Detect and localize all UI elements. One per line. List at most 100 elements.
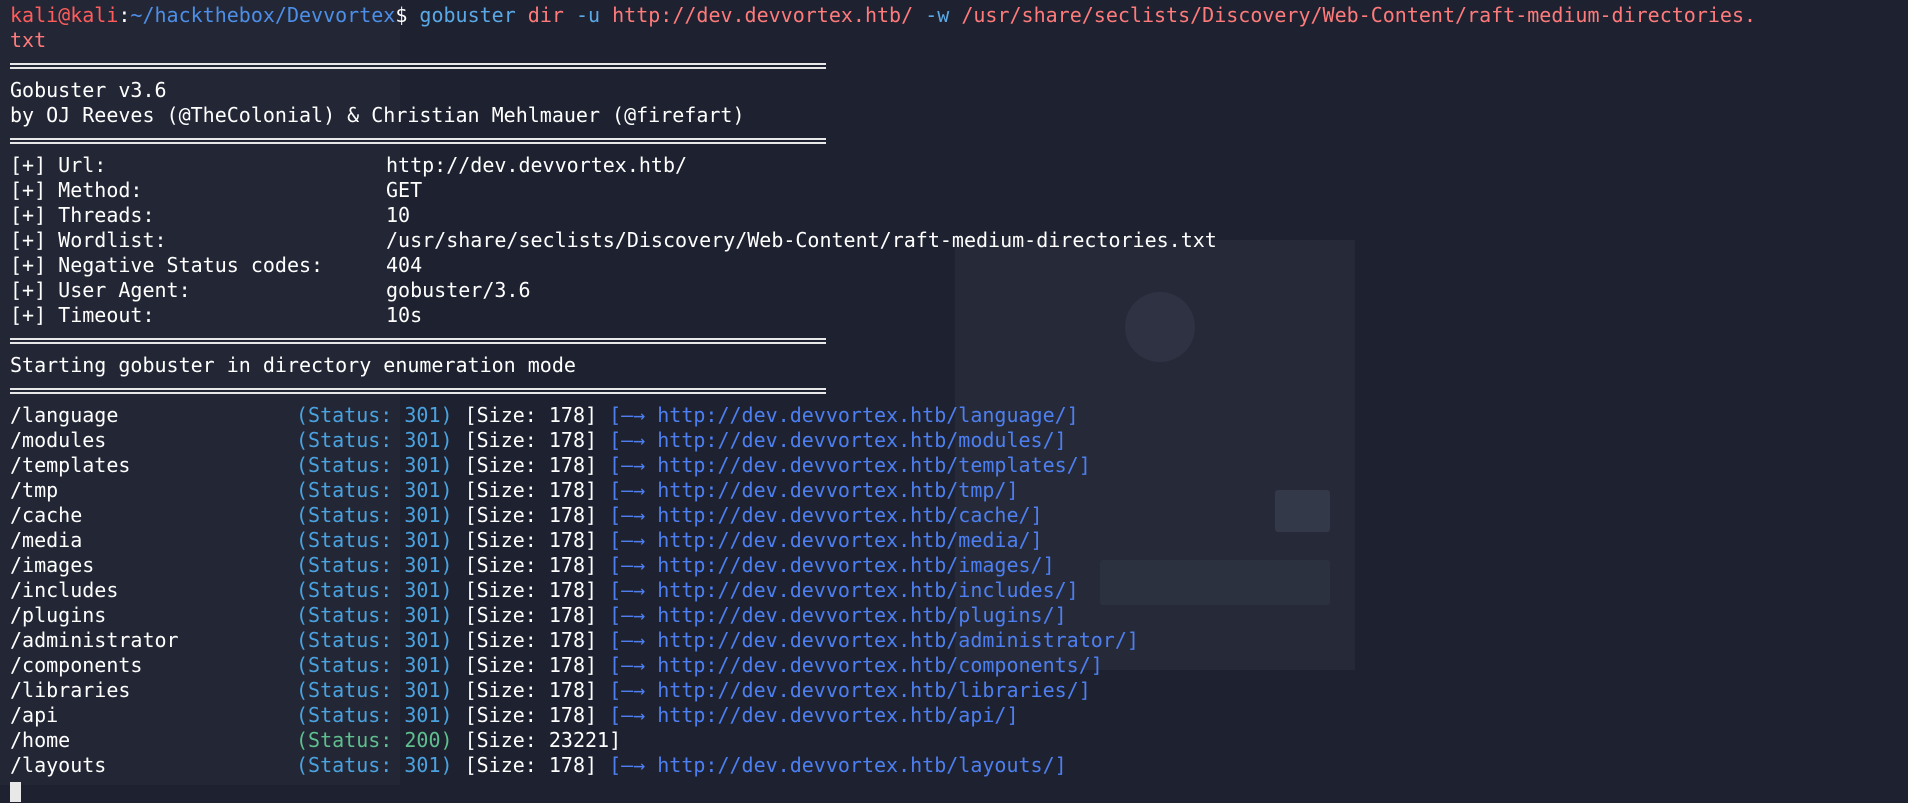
result-status: (Status: 200) <box>296 728 453 752</box>
result-status: (Status: 301) <box>296 653 453 677</box>
result-row: /libraries (Status: 301) [Size: 178] [—→ … <box>10 678 1904 703</box>
result-redirect-link[interactable]: http://dev.devvortex.htb/layouts/ <box>657 753 1054 777</box>
redirect-close-bracket: ] <box>1030 503 1043 527</box>
result-row: /images (Status: 301) [Size: 178] [—→ htt… <box>10 553 1904 578</box>
config-row: [+] Wordlist: /usr/share/seclists/Discove… <box>10 228 1904 253</box>
separator <box>10 128 1904 153</box>
prompt-symbol: $ <box>395 3 408 27</box>
redirect-arrow-icon: [—→ <box>609 503 646 527</box>
config-value: gobuster/3.6 <box>386 278 531 302</box>
result-size: [Size: 178] <box>464 678 598 702</box>
result-size: [Size: 178] <box>464 528 598 552</box>
result-size: [Size: 178] <box>464 653 598 677</box>
result-size: [Size: 178] <box>464 503 598 527</box>
command-line: kali@kali:~/hackthebox/Devvortex$ gobust… <box>10 3 1904 28</box>
redirect-close-bracket: ] <box>1054 603 1067 627</box>
redirect-close-bracket: ] <box>1078 453 1091 477</box>
redirect-close-bracket: ] <box>1006 703 1019 727</box>
redirect-arrow-icon: [—→ <box>609 428 646 452</box>
redirect-close-bracket: ] <box>1066 403 1079 427</box>
command-program: gobuster <box>419 3 516 27</box>
config-label: [+] User Agent: <box>10 278 191 302</box>
result-row: /templates (Status: 301) [Size: 178] [—→ … <box>10 453 1904 478</box>
result-path: /images <box>10 553 95 577</box>
redirect-arrow-icon: [—→ <box>609 553 646 577</box>
result-path: /components <box>10 653 143 677</box>
banner-authors: by OJ Reeves (@TheColonial) & Christian … <box>10 103 745 127</box>
result-redirect-link[interactable]: http://dev.devvortex.htb/tmp/ <box>657 478 1006 502</box>
config-value: /usr/share/seclists/Discovery/Web-Conten… <box>386 228 1217 252</box>
separator <box>10 378 1904 403</box>
separator <box>10 53 1904 78</box>
result-redirect-link[interactable]: http://dev.devvortex.htb/modules/ <box>657 428 1054 452</box>
config-value: 10 <box>386 203 411 227</box>
result-redirect-link[interactable]: http://dev.devvortex.htb/includes/ <box>657 578 1066 602</box>
results-list: /language (Status: 301) [Size: 178] [—→ h… <box>10 403 1904 778</box>
prompt-user: kali@kali <box>10 3 119 27</box>
terminal-output[interactable]: kali@kali:~/hackthebox/Devvortex$ gobust… <box>10 3 1904 803</box>
redirect-close-bracket: ] <box>1078 678 1091 702</box>
result-path: /plugins <box>10 603 107 627</box>
config-label: [+] Negative Status codes: <box>10 253 324 277</box>
result-redirect-link[interactable]: http://dev.devvortex.htb/api/ <box>657 703 1006 727</box>
result-redirect-link[interactable]: http://dev.devvortex.htb/images/ <box>657 553 1042 577</box>
result-row: /components (Status: 301) [Size: 178] [—→… <box>10 653 1904 678</box>
config-row: [+] Timeout: 10s <box>10 303 1904 328</box>
config-label: [+] Method: <box>10 178 143 202</box>
cursor-line <box>10 778 1904 803</box>
result-row: /includes (Status: 301) [Size: 178] [—→ h… <box>10 578 1904 603</box>
config-list: [+] Url: http://dev.devvortex.htb/[+] Met… <box>10 153 1904 328</box>
result-redirect-link[interactable]: http://dev.devvortex.htb/plugins/ <box>657 603 1054 627</box>
redirect-arrow-icon: [—→ <box>609 528 646 552</box>
result-status: (Status: 301) <box>296 753 453 777</box>
redirect-arrow-icon: [—→ <box>609 653 646 677</box>
result-row: /administrator (Status: 301) [Size: 178] … <box>10 628 1904 653</box>
result-redirect-link[interactable]: http://dev.devvortex.htb/libraries/ <box>657 678 1078 702</box>
result-path: /includes <box>10 578 119 602</box>
result-status: (Status: 301) <box>296 453 453 477</box>
command-wordlist-wrap: txt <box>10 28 47 52</box>
result-row: /media (Status: 301) [Size: 178] [—→ http… <box>10 528 1904 553</box>
redirect-close-bracket: ] <box>1054 428 1067 452</box>
result-redirect-link[interactable]: http://dev.devvortex.htb/administrator/ <box>657 628 1127 652</box>
result-redirect-link[interactable]: http://dev.devvortex.htb/media/ <box>657 528 1030 552</box>
result-row: /home (Status: 200) [Size: 23221] <box>10 728 1904 753</box>
result-redirect-link[interactable]: http://dev.devvortex.htb/language/ <box>657 403 1066 427</box>
redirect-arrow-icon: [—→ <box>609 603 646 627</box>
result-size: [Size: 178] <box>464 403 598 427</box>
result-status: (Status: 301) <box>296 628 453 652</box>
command-wordlist: /usr/share/seclists/Discovery/Web-Conten… <box>961 3 1757 27</box>
command-flag-u: -u <box>575 3 601 27</box>
result-redirect-link[interactable]: http://dev.devvortex.htb/templates/ <box>657 453 1078 477</box>
result-path: /administrator <box>10 628 179 652</box>
result-redirect-link[interactable]: http://dev.devvortex.htb/cache/ <box>657 503 1030 527</box>
config-row: [+] Url: http://dev.devvortex.htb/ <box>10 153 1904 178</box>
result-status: (Status: 301) <box>296 428 453 452</box>
result-path: /templates <box>10 453 131 477</box>
config-row: [+] Method: GET <box>10 178 1904 203</box>
result-status: (Status: 301) <box>296 528 453 552</box>
result-size: [Size: 178] <box>464 578 598 602</box>
config-label: [+] Wordlist: <box>10 228 167 252</box>
result-status: (Status: 301) <box>296 553 453 577</box>
redirect-close-bracket: ] <box>1090 653 1103 677</box>
result-status: (Status: 301) <box>296 578 453 602</box>
result-size: [Size: 178] <box>464 453 598 477</box>
result-redirect-link[interactable]: http://dev.devvortex.htb/components/ <box>657 653 1090 677</box>
result-path: /tmp <box>10 478 59 502</box>
config-row: [+] Negative Status codes: 404 <box>10 253 1904 278</box>
result-row: /layouts (Status: 301) [Size: 178] [—→ ht… <box>10 753 1904 778</box>
result-status: (Status: 301) <box>296 703 453 727</box>
config-label: [+] Threads: <box>10 203 155 227</box>
result-path: /cache <box>10 503 83 527</box>
redirect-close-bracket: ] <box>1006 478 1019 502</box>
result-row: /language (Status: 301) [Size: 178] [—→ h… <box>10 403 1904 428</box>
result-status: (Status: 301) <box>296 603 453 627</box>
command-subcommand: dir <box>527 3 564 27</box>
result-status: (Status: 301) <box>296 503 453 527</box>
result-path: /libraries <box>10 678 131 702</box>
redirect-close-bracket: ] <box>1042 553 1055 577</box>
config-value: http://dev.devvortex.htb/ <box>386 153 688 177</box>
result-size: [Size: 178] <box>464 478 598 502</box>
config-row: [+] User Agent: gobuster/3.6 <box>10 278 1904 303</box>
